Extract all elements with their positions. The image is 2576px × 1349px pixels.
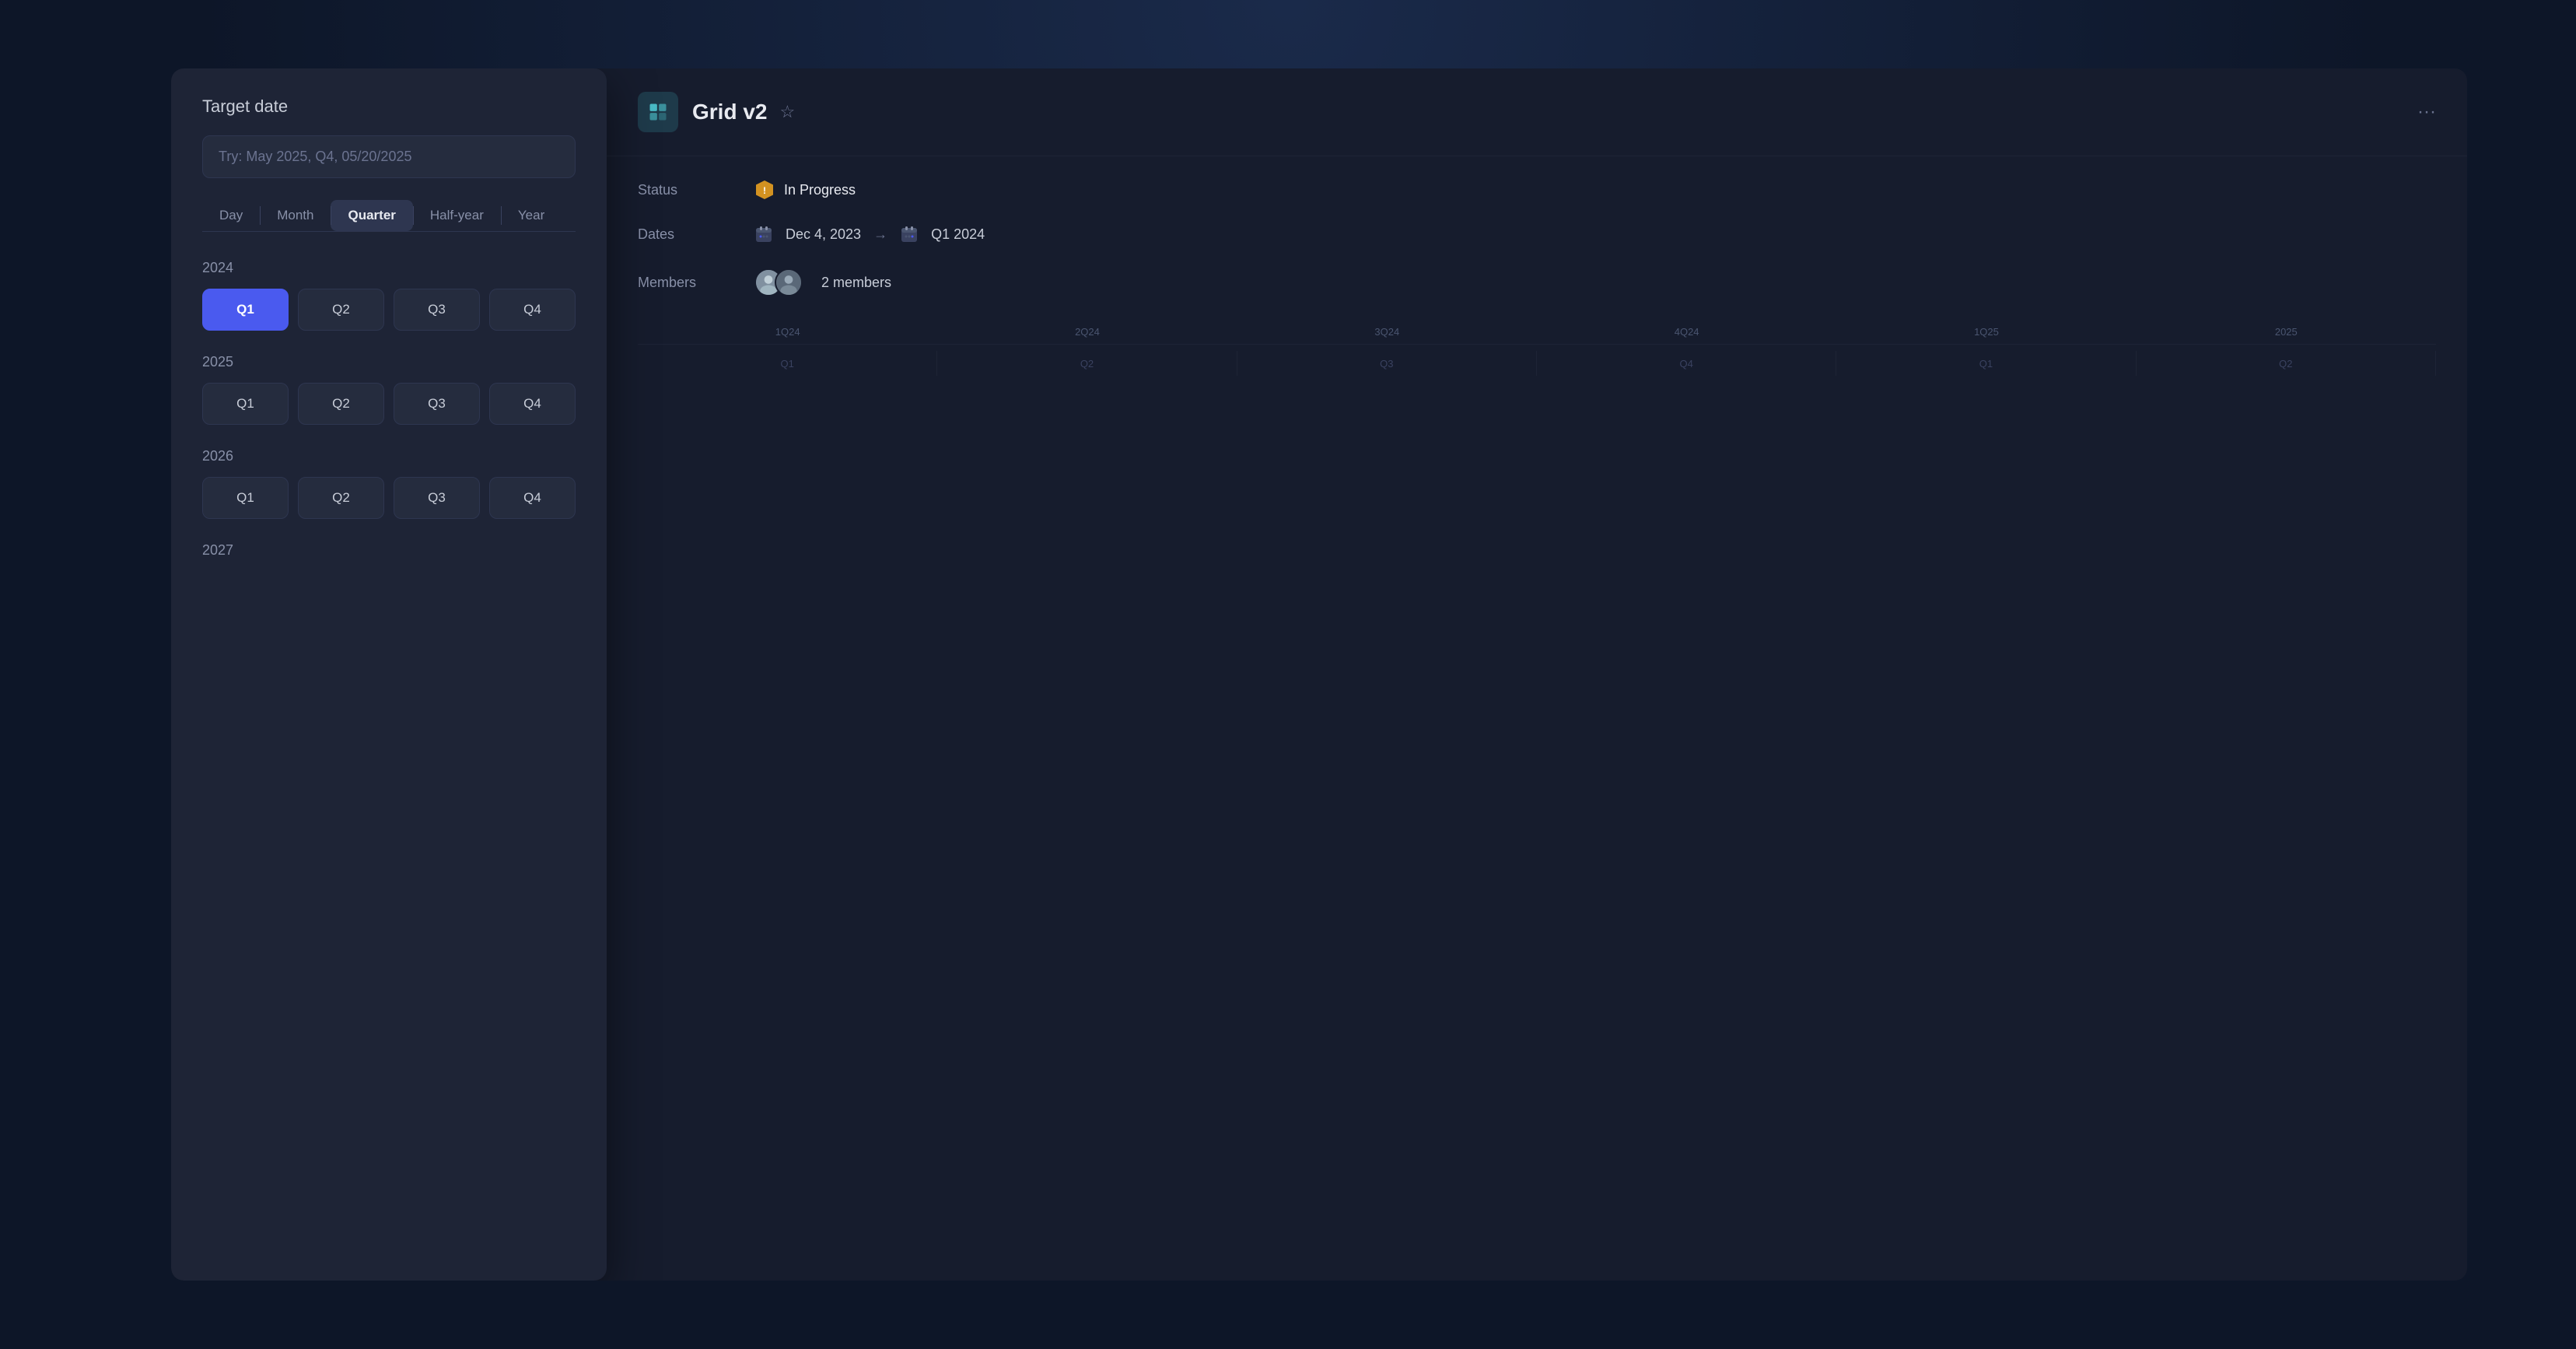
tab-year[interactable]: Year	[501, 200, 562, 231]
end-date-icon	[900, 225, 919, 244]
timeline-col-5: 1Q25	[1836, 320, 2136, 344]
right-details: Status ! In Progress Dates	[607, 156, 2467, 320]
right-panel: Grid v2 ☆ ··· Status ! In Progress Dat	[607, 68, 2467, 1281]
year-label-2025: 2025	[202, 354, 576, 370]
dates-row: Dates Dec 4, 2023 →	[638, 225, 2436, 244]
right-header: Grid v2 ☆ ···	[607, 68, 2467, 156]
timeline-area: 1Q24 2Q24 3Q24 4Q24 1Q25 2025 Q1 Q2 Q3 Q…	[607, 320, 2467, 1281]
dates-label: Dates	[638, 226, 731, 243]
tl-cell-q4: Q4	[1537, 351, 1836, 376]
date-picker-title: Target date	[202, 96, 576, 117]
members-row: Members	[638, 268, 2436, 296]
date-picker-panel: Target date Day Month Quarter Half-year …	[171, 68, 607, 1281]
timeline-col-1: 1Q24	[638, 320, 937, 344]
quarter-btn-2025-q4[interactable]: Q4	[489, 383, 576, 425]
quarter-grid-2025: Q1 Q2 Q3 Q4	[202, 383, 576, 425]
year-section-2026: 2026 Q1 Q2 Q3 Q4	[202, 448, 576, 519]
quarter-grid-2026: Q1 Q2 Q3 Q4	[202, 477, 576, 519]
start-date-icon	[754, 225, 773, 244]
main-window: Target date Day Month Quarter Half-year …	[171, 68, 2467, 1281]
tab-day[interactable]: Day	[202, 200, 260, 231]
year-label-2027: 2027	[202, 542, 576, 559]
status-value: ! In Progress	[754, 180, 856, 200]
end-date-text: Q1 2024	[931, 226, 985, 243]
tl-cell-q1-25: Q1	[1836, 351, 2136, 376]
tl-cell-q3: Q3	[1237, 351, 1537, 376]
members-count: 2 members	[821, 275, 891, 291]
quarter-btn-2025-q1[interactable]: Q1	[202, 383, 289, 425]
quarter-btn-2024-q1[interactable]: Q1	[202, 289, 289, 331]
dates-value: Dec 4, 2023 → Q1 2024	[754, 225, 985, 244]
quarter-btn-2025-q2[interactable]: Q2	[298, 383, 384, 425]
year-label-2024: 2024	[202, 260, 576, 276]
quarter-btn-2026-q3[interactable]: Q3	[394, 477, 480, 519]
timeline-col-3: 3Q24	[1237, 320, 1537, 344]
tab-halfyear[interactable]: Half-year	[413, 200, 501, 231]
grid-view-icon	[647, 101, 669, 123]
year-section-2025: 2025 Q1 Q2 Q3 Q4	[202, 354, 576, 425]
timeline-col-6: 2025	[2137, 320, 2436, 344]
status-row: Status ! In Progress	[638, 180, 2436, 200]
tl-cell-q2: Q2	[937, 351, 1237, 376]
status-text: In Progress	[784, 182, 856, 198]
quarter-btn-2026-q1[interactable]: Q1	[202, 477, 289, 519]
quarter-btn-2026-q4[interactable]: Q4	[489, 477, 576, 519]
year-section-2024: 2024 Q1 Q2 Q3 Q4	[202, 260, 576, 331]
timeline-row-1: Q1 Q2 Q3 Q4 Q1 Q2	[638, 351, 2436, 376]
timeline-header: 1Q24 2Q24 3Q24 4Q24 1Q25 2025	[638, 320, 2436, 345]
timeline-col-2: 2Q24	[937, 320, 1237, 344]
quarter-btn-2024-q3[interactable]: Q3	[394, 289, 480, 331]
tab-month[interactable]: Month	[260, 200, 331, 231]
date-search-input[interactable]	[202, 135, 576, 178]
members-avatars	[754, 268, 803, 296]
avatar-2	[775, 268, 803, 296]
quarter-btn-2025-q3[interactable]: Q3	[394, 383, 480, 425]
start-date-text: Dec 4, 2023	[786, 226, 861, 243]
timeline-rows: Q1 Q2 Q3 Q4 Q1 Q2	[638, 351, 2436, 376]
status-label: Status	[638, 182, 731, 198]
year-section-2027: 2027	[202, 542, 576, 559]
quarter-grid-2024: Q1 Q2 Q3 Q4	[202, 289, 576, 331]
quarter-btn-2026-q2[interactable]: Q2	[298, 477, 384, 519]
dates-arrow-icon: →	[873, 226, 887, 243]
page-title: Grid v2	[692, 100, 767, 124]
timeline-col-4: 4Q24	[1537, 320, 1836, 344]
star-icon[interactable]: ☆	[779, 102, 795, 122]
quarter-btn-2024-q4[interactable]: Q4	[489, 289, 576, 331]
granularity-tabs: Day Month Quarter Half-year Year	[202, 200, 576, 232]
status-icon: !	[754, 180, 775, 200]
quarter-btn-2024-q2[interactable]: Q2	[298, 289, 384, 331]
tab-quarter[interactable]: Quarter	[331, 200, 412, 231]
members-value: 2 members	[754, 268, 891, 296]
tl-cell-q2-25: Q2	[2137, 351, 2436, 376]
tl-cell-q1: Q1	[638, 351, 937, 376]
svg-text:!: !	[763, 185, 766, 196]
grid-icon-wrapper	[638, 92, 678, 132]
year-label-2026: 2026	[202, 448, 576, 464]
members-label: Members	[638, 275, 731, 291]
more-options-icon[interactable]: ···	[2417, 101, 2436, 123]
